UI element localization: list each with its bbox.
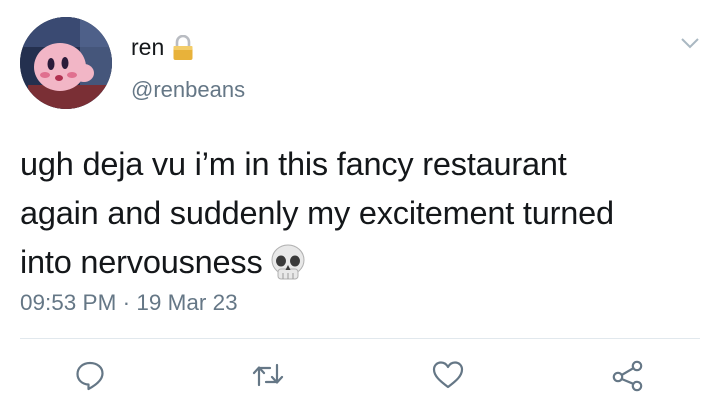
avatar[interactable] (20, 17, 112, 109)
display-name[interactable]: ren (131, 34, 164, 61)
tweet-line-text: into nervousness (20, 244, 263, 280)
skull-emoji (269, 243, 307, 283)
tweet-time: 09:53 PM (20, 290, 117, 315)
tweet-line: again and suddenly my excitement turned (20, 195, 614, 231)
share-icon (611, 358, 645, 397)
tweet-line: ugh deja vu i’m in this fancy restaurant (20, 146, 567, 182)
chevron-down-icon[interactable] (680, 36, 700, 50)
divider (20, 338, 700, 339)
tweet-timestamp[interactable]: 09:53 PM · 19 Mar 23 (20, 290, 238, 316)
share-button[interactable] (610, 359, 646, 395)
tweet-text: ugh deja vu i’m in this fancy restaurant… (20, 140, 700, 287)
heart-icon (431, 359, 465, 396)
lock-icon (172, 34, 194, 61)
tweet-date: 19 Mar 23 (136, 290, 238, 315)
like-button[interactable] (430, 359, 466, 395)
retweet-icon (251, 359, 285, 396)
meta-separator: · (122, 290, 131, 315)
author-handle[interactable]: @renbeans (131, 77, 245, 103)
tweet-line: into nervousness (20, 238, 700, 287)
retweet-button[interactable] (250, 359, 286, 395)
avatar-image (20, 17, 112, 109)
author-name-row[interactable]: ren (131, 34, 194, 61)
reply-icon (74, 359, 106, 396)
reply-button[interactable] (72, 359, 108, 395)
